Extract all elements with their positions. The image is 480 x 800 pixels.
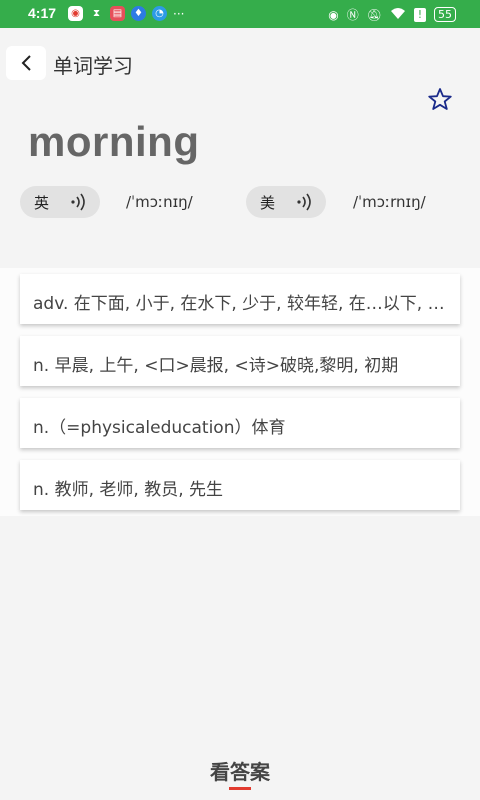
back-button[interactable] — [6, 46, 46, 80]
pronounce-uk-button[interactable]: 英 — [20, 186, 100, 218]
phonetic-us: /ˈmɔːrnɪŋ/ — [353, 193, 426, 211]
pronounce-uk-label: 英 — [34, 194, 50, 212]
more-notifications: ··· — [173, 6, 185, 21]
show-answer-button[interactable]: 看答案 — [0, 756, 480, 796]
meaning-text: n.（=physicaleducation）体育 — [33, 418, 286, 438]
meaning-text: n. 早晨, 上午, <口>晨报, <诗>破晓,黎明, 初期 — [33, 356, 399, 376]
mute-icon: 🔕︎ — [366, 7, 382, 22]
back-arrow-icon — [21, 55, 31, 71]
chat-app-icon: ◔ — [152, 6, 167, 21]
hourglass-icon: ⧗ — [92, 8, 101, 19]
status-bar: 4:17 ◉ ⧗ ▤ ♦ ◔ ··· ◉ Ⓝ 🔕︎ ! 55 — [0, 0, 480, 28]
system-icons: ◉ Ⓝ 🔕︎ ! 55 — [328, 6, 456, 23]
meaning-option[interactable]: n. 早晨, 上午, <口>晨报, <诗>破晓,黎明, 初期 — [20, 336, 460, 386]
answer-underline — [229, 787, 251, 790]
meaning-options: adv. 在下面, 小于, 在水下, 少于, 较年轻, 在…以下, 在…下面 n… — [0, 268, 480, 516]
battery-icon: 55 — [434, 7, 456, 22]
book-icon: ▤ — [110, 6, 125, 21]
page-title: 单词学习 — [53, 54, 133, 78]
header: 单词学习 — [0, 28, 480, 98]
star-outline-icon — [428, 88, 452, 110]
status-time: 4:17 — [28, 5, 57, 21]
wifi-icon — [390, 7, 406, 23]
favorite-button[interactable] — [425, 85, 455, 113]
pronounce-us-button[interactable]: 美 — [246, 186, 326, 218]
meaning-option[interactable]: n. 教师, 老师, 教员, 先生 — [20, 460, 460, 510]
meaning-text: n. 教师, 老师, 教员, 先生 — [33, 480, 224, 500]
pronounce-us-label: 美 — [260, 194, 276, 212]
phonetic-uk: /ˈmɔːnɪŋ/ — [126, 193, 193, 211]
nfc-icon: Ⓝ — [346, 8, 359, 22]
show-answer-label: 看答案 — [210, 760, 270, 784]
speaker-icon — [296, 192, 314, 216]
shield-app-icon: ♦ — [131, 6, 146, 21]
notification-icons: ◉ ⧗ ▤ ♦ ◔ ··· — [68, 6, 184, 21]
alert-icon: ! — [414, 7, 426, 22]
meaning-text: adv. 在下面, 小于, 在水下, 少于, 较年轻, 在…以下, 在…下面 — [33, 294, 453, 314]
vocabulary-word: morning — [28, 118, 200, 165]
weibo-icon: ◉ — [68, 6, 83, 21]
meaning-option[interactable]: n.（=physicaleducation）体育 — [20, 398, 460, 448]
speaker-icon — [70, 192, 88, 216]
meaning-option[interactable]: adv. 在下面, 小于, 在水下, 少于, 较年轻, 在…以下, 在…下面 — [20, 274, 460, 324]
eye-icon: ◉ — [328, 7, 339, 22]
